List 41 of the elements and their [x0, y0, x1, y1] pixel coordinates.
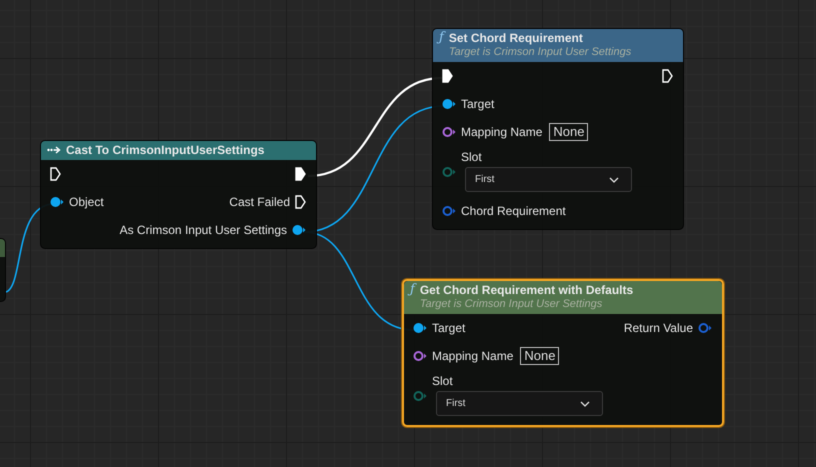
data-pin-icon[interactable]	[442, 98, 456, 110]
exec-pin-icon[interactable]	[50, 167, 61, 181]
function-icon: ƒ	[439, 31, 444, 45]
exec-pin-icon[interactable]	[295, 195, 306, 209]
node-title: Set Chord Requirement	[448, 31, 584, 45]
data-pin-icon[interactable]	[442, 205, 456, 217]
node[interactable]: Cast To CrimsonInputUserSettings Object Cast Failed As Crimson Input User Settings	[40, 140, 317, 249]
pin-label: Mapping Name	[461, 125, 542, 139]
pin-label: Target	[432, 321, 466, 335]
data-pin-icon[interactable]	[292, 224, 306, 236]
node[interactable]: ƒ Get Chord Requirement with Defaults Target is Crimson Input User Settings Target Return Value Mapping Name None Slot First	[402, 279, 724, 427]
cast-arrow-icon	[47, 146, 61, 154]
data-pin-icon[interactable]	[413, 350, 427, 362]
pin-label: Slot	[432, 374, 454, 388]
exec-pin-icon[interactable]	[442, 69, 453, 83]
caret-icon	[580, 400, 590, 406]
data-pin-icon[interactable]	[413, 322, 427, 334]
data-pin-icon[interactable]	[50, 196, 64, 208]
text-field[interactable]: None	[549, 123, 588, 141]
pin-label: Target	[461, 97, 494, 111]
pin-label: Mapping Name	[432, 349, 514, 363]
pin-label: Return Value	[624, 321, 693, 335]
data-pin-icon[interactable]	[698, 322, 712, 334]
pin-label: Object	[69, 195, 104, 209]
node[interactable]: ƒ Set Chord Requirement Target is Crimson Input User Settings Target Mapping Name None Slot First Chord Requirement	[432, 28, 684, 230]
data-pin-icon[interactable]	[442, 126, 456, 138]
exec-pin-icon[interactable]	[662, 69, 673, 83]
pin-label: Chord Requirement	[461, 204, 566, 218]
pin-label: Cast Failed	[229, 195, 290, 209]
dropdown[interactable]: First	[465, 167, 632, 192]
caret-icon	[609, 176, 619, 182]
text-field[interactable]: None	[520, 347, 560, 365]
node-subtitle: Target is Crimson Input User Settings	[420, 297, 604, 311]
pin-label: As Crimson Input User Settings	[120, 223, 287, 237]
pin-label: Slot	[461, 150, 483, 164]
node-subtitle: Target is Crimson Input User Settings	[448, 45, 632, 59]
dropdown[interactable]: First	[436, 391, 603, 416]
exec-pin-icon[interactable]	[295, 167, 306, 181]
node-title: Cast To CrimsonInputUserSettings	[66, 143, 264, 157]
node-title: Get Chord Requirement with Defaults	[420, 283, 634, 297]
function-icon: ƒ	[410, 283, 415, 297]
